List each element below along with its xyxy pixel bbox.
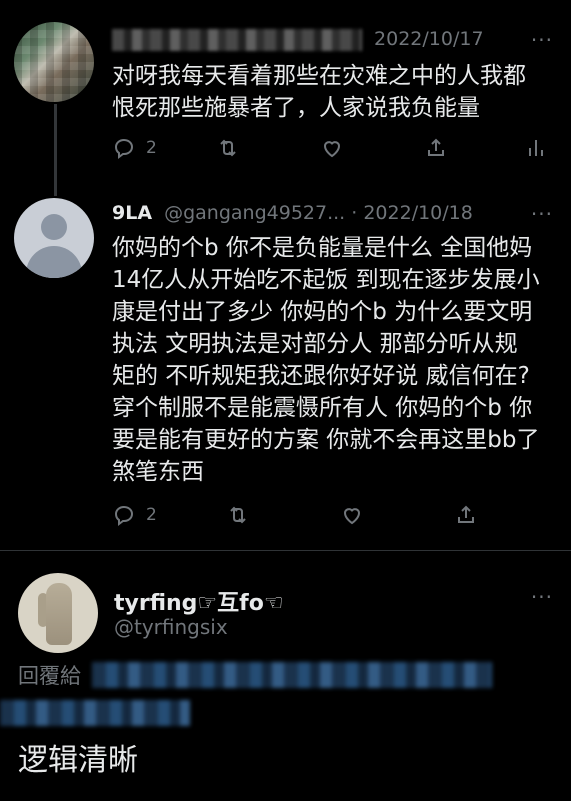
main-author-handle: @tyrfingsix — [114, 615, 228, 639]
retweet-icon — [230, 506, 246, 524]
avatar-head — [41, 214, 67, 240]
author-handle[interactable]: @tyrfingsix — [114, 615, 228, 639]
more-button[interactable]: ··· — [531, 28, 553, 52]
analytics-icon — [529, 140, 543, 156]
share-icon — [458, 505, 474, 523]
tweet-1[interactable]: 2022/10/17 ··· 对呀我每天看着那些在灾难之中的人我都 恨死那些施暴… — [0, 0, 571, 196]
tweet-text: 你妈的个b 你不是负能量是什么 全国他妈 14亿人从开始吃不起饭 到现在逐步发展… — [112, 232, 540, 488]
reply-count: 2 — [146, 138, 157, 158]
like-button[interactable] — [340, 503, 364, 527]
tweet-actions: 2 — [112, 136, 552, 166]
tweet-text-line: 康是付出了多少 你妈的个b 为什么要文明 — [112, 299, 533, 325]
reply-icon — [114, 138, 134, 159]
avatar-torso — [46, 583, 72, 645]
main-author-name: tyrfing☞互fo☜ — [114, 585, 284, 617]
reply-icon — [114, 505, 134, 526]
tweet-text-line: 对呀我每天看着那些在灾难之中的人我都 — [112, 63, 526, 89]
like-icon — [343, 508, 361, 525]
like-button[interactable] — [320, 136, 344, 160]
tweet-text-line: 14亿人从开始吃不起饭 到现在逐步发展小 — [112, 267, 540, 293]
avatar-shoulders — [26, 246, 82, 278]
tweet-text-line: 你妈的个b 你不是负能量是什么 全国他妈 — [112, 235, 533, 261]
hidden-mentions-2[interactable] — [0, 700, 190, 726]
retweet-button[interactable] — [226, 503, 250, 527]
tweet-text-line: 恨死那些施暴者了，人家说我负能量 — [112, 95, 480, 121]
tweet-text-line: 穿个制服不是能震慑所有人 你妈的个b 你 — [112, 395, 533, 421]
like-icon — [323, 141, 341, 158]
tweet-header: 9LA @gangang49527... · 2022/10/18 — [112, 202, 473, 224]
author-name[interactable]: 9LA — [112, 202, 152, 224]
tweet-actions: 2 — [112, 503, 552, 533]
retweet-icon — [220, 139, 236, 157]
tweet-header: 2022/10/17 — [112, 28, 484, 51]
hidden-mentions[interactable] — [92, 662, 492, 688]
tweet-2[interactable]: 9LA @gangang49527... · 2022/10/18 ··· 你妈… — [0, 190, 571, 550]
reply-button[interactable]: 2 — [112, 503, 157, 527]
tweet-text-line: 执法 文明执法是对部分人 那部分听从规 — [112, 331, 518, 357]
analytics-button[interactable] — [524, 136, 548, 160]
separator: · — [345, 202, 364, 224]
tweet-text: 对呀我每天看着那些在灾难之中的人我都 恨死那些施暴者了，人家说我负能量 — [112, 60, 526, 124]
author-name[interactable]: tyrfing☞互fo☜ — [114, 591, 284, 616]
tweet-text-line: 矩的 不听规矩我还跟你好好说 威信何在? — [112, 363, 530, 389]
tweet-text-line: 煞笔东西 — [112, 459, 204, 485]
avatar-blurred[interactable] — [14, 22, 94, 102]
more-button[interactable]: ··· — [531, 585, 553, 609]
retweet-button[interactable] — [216, 136, 240, 160]
tweet-date: 2022/10/17 — [374, 28, 484, 50]
hidden-author — [112, 28, 362, 51]
thread-line — [54, 104, 57, 196]
share-icon — [428, 138, 444, 156]
more-button[interactable]: ··· — [531, 202, 553, 226]
avatar-default[interactable] — [14, 198, 94, 278]
reply-count: 2 — [146, 505, 157, 525]
avatar-statue[interactable] — [18, 573, 98, 653]
tweet-date: 2022/10/18 — [363, 202, 473, 224]
replying-to: 回覆給 — [18, 660, 81, 690]
reply-button[interactable]: 2 — [112, 136, 157, 160]
share-button[interactable] — [424, 136, 448, 160]
share-button[interactable] — [454, 503, 478, 527]
tweet-text-line: 要是能有更好的方案 你就不会再这里bb了 — [112, 427, 540, 453]
replying-to-label: 回覆給 — [18, 664, 81, 688]
main-tweet-text: 逻辑清晰 — [18, 743, 138, 778]
author-handle[interactable]: @gangang49527... — [164, 202, 345, 224]
